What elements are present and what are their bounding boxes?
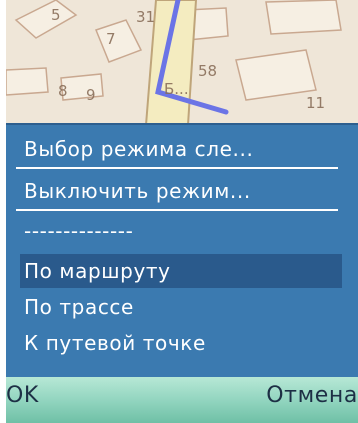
menu-item-disable-mode[interactable]: Выключить режим... bbox=[24, 173, 251, 209]
street-name: Б... bbox=[164, 80, 189, 98]
house-number: 31 bbox=[136, 8, 156, 26]
map-view[interactable]: 5 7 31 58 8 9 11 Б... bbox=[6, 0, 358, 125]
cancel-softkey[interactable]: Отмена bbox=[266, 383, 358, 408]
menu-item-by-track[interactable]: По трассе bbox=[24, 289, 134, 325]
building bbox=[14, 0, 78, 39]
phone-screen: 5 7 31 58 8 9 11 Б... Выбор режима сле..… bbox=[6, 0, 358, 423]
menu-item-dashes: -------------- bbox=[24, 219, 134, 243]
menu-divider bbox=[16, 167, 338, 169]
house-number: 7 bbox=[106, 30, 116, 48]
house-number: 58 bbox=[198, 62, 218, 80]
menu-divider bbox=[16, 209, 338, 211]
softkey-bar: OK Отмена bbox=[6, 377, 358, 423]
building bbox=[235, 49, 317, 101]
house-number: 5 bbox=[51, 6, 61, 24]
menu-item-to-waypoint[interactable]: К путевой точке bbox=[24, 325, 206, 361]
menu-item-by-route[interactable]: По маршруту bbox=[24, 253, 171, 289]
menu-item-select-follow-mode[interactable]: Выбор режима сле... bbox=[24, 131, 253, 167]
building bbox=[265, 0, 342, 35]
house-number: 8 bbox=[58, 82, 68, 100]
house-number: 9 bbox=[86, 86, 96, 104]
building bbox=[6, 67, 49, 96]
ok-softkey[interactable]: OK bbox=[6, 383, 39, 408]
building bbox=[95, 19, 143, 63]
house-number: 11 bbox=[306, 94, 326, 112]
mode-menu: Выбор режима сле... Выключить режим... -… bbox=[6, 123, 358, 379]
